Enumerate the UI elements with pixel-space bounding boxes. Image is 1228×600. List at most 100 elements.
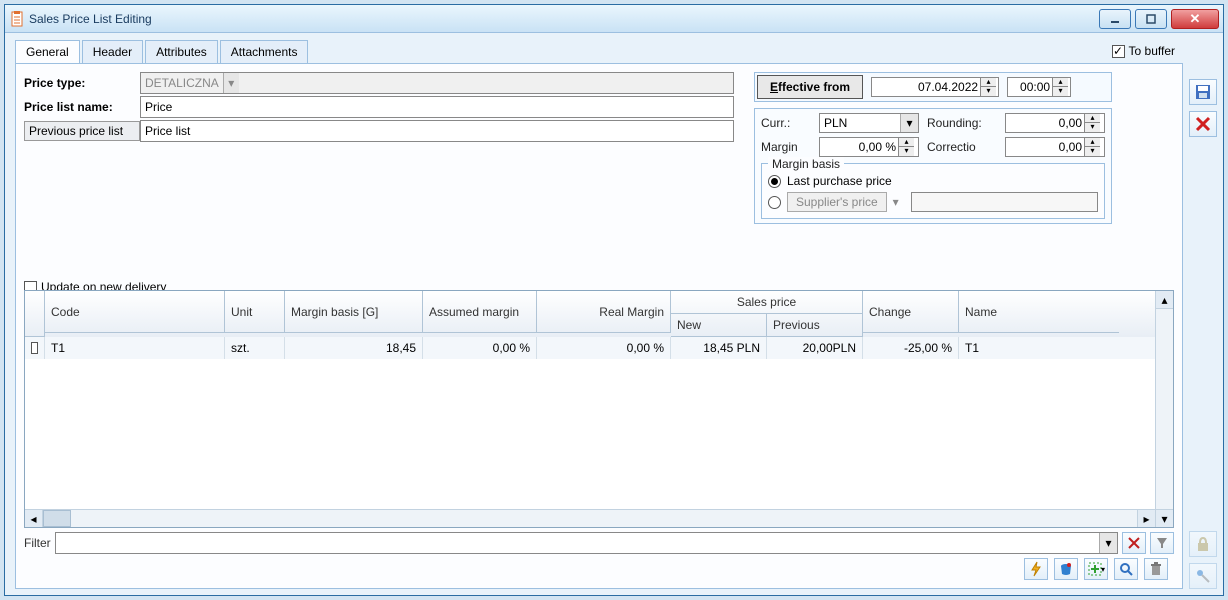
maximize-button[interactable]	[1135, 9, 1167, 29]
col-name-header[interactable]: Name	[959, 291, 1119, 333]
tab-attachments[interactable]: Attachments	[220, 40, 309, 64]
cell-real-margin: 0,00 %	[537, 337, 671, 359]
filter-row: Filter ▾	[24, 532, 1174, 554]
row-checkbox[interactable]	[25, 337, 45, 359]
scroll-up-icon[interactable]: ▴	[1156, 291, 1173, 309]
cell-name: T1	[959, 337, 1119, 359]
filter-settings-button[interactable]	[1150, 532, 1174, 554]
horizontal-scrollbar[interactable]: ◂ ▸	[25, 509, 1155, 527]
previous-price-list-input[interactable]: Price list	[140, 120, 734, 142]
currency-dropdown[interactable]: PLN ▾	[819, 113, 919, 133]
margin-basis-last-purchase-radio[interactable]: Last purchase price	[768, 174, 1098, 188]
effective-date-input[interactable]	[872, 78, 980, 96]
table-row[interactable]: T1 szt. 18,45 0,00 % 0,00 % 18,45 PLN 20…	[25, 337, 1155, 359]
scroll-left-icon[interactable]: ◂	[25, 510, 43, 527]
lightning-button[interactable]	[1024, 558, 1048, 580]
cell-previous: 20,00PLN	[767, 337, 863, 359]
spinner-buttons[interactable]: ▴▾	[1052, 78, 1068, 96]
tabs: General Header Attributes Attachments	[15, 39, 308, 63]
rounding-input[interactable]	[1006, 114, 1084, 132]
margin-basis-group: Margin basis Last purchase price Supplie…	[761, 163, 1105, 219]
save-button[interactable]	[1189, 79, 1217, 105]
col-assumed-margin-header[interactable]: Assumed margin	[423, 291, 537, 333]
add-button[interactable]: ▾	[1084, 558, 1108, 580]
supplier-price-dropdown: Supplier's price	[787, 192, 887, 212]
scroll-thumb[interactable]	[43, 510, 71, 527]
radio-icon	[768, 175, 781, 188]
vertical-scrollbar[interactable]: ▴ ▾	[1155, 291, 1173, 527]
price-grid: Code Unit Margin basis [G] Assumed margi…	[24, 290, 1174, 528]
col-sales-price-group: Sales price	[671, 291, 863, 314]
last-purchase-label: Last purchase price	[787, 174, 892, 188]
filter-label: Filter	[24, 536, 51, 550]
rounding-spinner[interactable]: ▴▾	[1005, 113, 1105, 133]
currency-value: PLN	[824, 116, 847, 130]
titlebar: Sales Price List Editing ✕	[5, 5, 1223, 33]
effective-from-button[interactable]: Effective from	[757, 75, 863, 99]
effective-from-row: Effective from ▴▾ ▴▾	[754, 72, 1112, 102]
side-toolbar	[1183, 39, 1217, 589]
price-type-value: DETALICZNA	[145, 76, 219, 90]
delete-button[interactable]	[1144, 558, 1168, 580]
radio-icon	[768, 196, 781, 209]
bottom-toolbar: ▾	[24, 558, 1174, 580]
correction-spinner[interactable]: ▴▾	[1005, 137, 1105, 157]
col-previous-header[interactable]: Previous	[767, 314, 863, 337]
window-title: Sales Price List Editing	[29, 12, 1095, 26]
effective-date-spinner[interactable]: ▴▾	[871, 77, 999, 97]
margin-basis-supplier-radio[interactable]: Supplier's price ▾	[768, 192, 1098, 212]
cell-margin-basis: 18,45	[285, 337, 423, 359]
price-type-dropdown[interactable]: DETALICZNA ▾	[140, 72, 734, 94]
spinner-buttons[interactable]: ▴▾	[898, 138, 914, 156]
cell-change: -25,00 %	[863, 337, 959, 359]
lock-button[interactable]	[1189, 531, 1217, 557]
cancel-button[interactable]	[1189, 111, 1217, 137]
price-type-label: Price type:	[24, 76, 140, 90]
col-new-header[interactable]: New	[671, 314, 767, 337]
price-list-name-input[interactable]: Price	[140, 96, 734, 118]
bucket-button[interactable]	[1054, 558, 1078, 580]
spinner-buttons[interactable]: ▴▾	[1084, 114, 1100, 132]
minimize-button[interactable]	[1099, 9, 1131, 29]
spinner-buttons[interactable]: ▴▾	[980, 78, 996, 96]
cell-assumed-margin: 0,00 %	[423, 337, 537, 359]
col-code-header[interactable]: Code	[45, 291, 225, 333]
chevron-down-icon: ▾	[223, 73, 239, 93]
curr-label: Curr.:	[761, 116, 811, 130]
previous-price-list-button[interactable]: Previous price list	[24, 121, 140, 141]
search-button[interactable]	[1114, 558, 1138, 580]
margin-basis-legend: Margin basis	[768, 157, 844, 171]
correction-input[interactable]	[1006, 138, 1084, 156]
scroll-right-icon[interactable]: ▸	[1137, 510, 1155, 527]
supplier-price-label: Supplier's price	[796, 195, 878, 209]
chevron-down-icon: ▾	[1099, 533, 1117, 553]
price-list-name-value: Price	[145, 100, 172, 114]
window: Sales Price List Editing ✕ General Heade…	[4, 4, 1224, 596]
col-margin-basis-header[interactable]: Margin basis [G]	[285, 291, 423, 333]
margin-spinner[interactable]: ▴▾	[819, 137, 919, 157]
effective-time-spinner[interactable]: ▴▾	[1007, 77, 1071, 97]
col-check[interactable]	[25, 291, 45, 337]
col-unit-header[interactable]: Unit	[225, 291, 285, 333]
margin-input[interactable]	[820, 138, 898, 156]
tab-attributes[interactable]: Attributes	[145, 40, 218, 64]
tab-general[interactable]: General	[15, 40, 80, 64]
close-button[interactable]: ✕	[1171, 9, 1219, 29]
pin-button[interactable]	[1189, 563, 1217, 589]
tab-header[interactable]: Header	[82, 40, 143, 64]
scroll-down-icon[interactable]: ▾	[1156, 509, 1173, 527]
to-buffer-label: To buffer	[1129, 44, 1175, 58]
filter-input[interactable]: ▾	[55, 532, 1118, 554]
app-icon	[9, 11, 25, 27]
to-buffer-checkbox[interactable]: ✓ To buffer	[1112, 44, 1183, 58]
cell-code: T1	[45, 337, 225, 359]
col-real-margin-header[interactable]: Real Margin	[537, 291, 671, 333]
cell-new: 18,45 PLN	[671, 337, 767, 359]
effective-time-input[interactable]	[1008, 78, 1052, 96]
col-change-header[interactable]: Change	[863, 291, 959, 333]
grid-header: Code Unit Margin basis [G] Assumed margi…	[25, 291, 1155, 337]
filter-clear-button[interactable]	[1122, 532, 1146, 554]
spinner-buttons[interactable]: ▴▾	[1084, 138, 1100, 156]
supplier-price-input	[911, 192, 1098, 212]
check-icon: ✓	[1112, 45, 1125, 58]
